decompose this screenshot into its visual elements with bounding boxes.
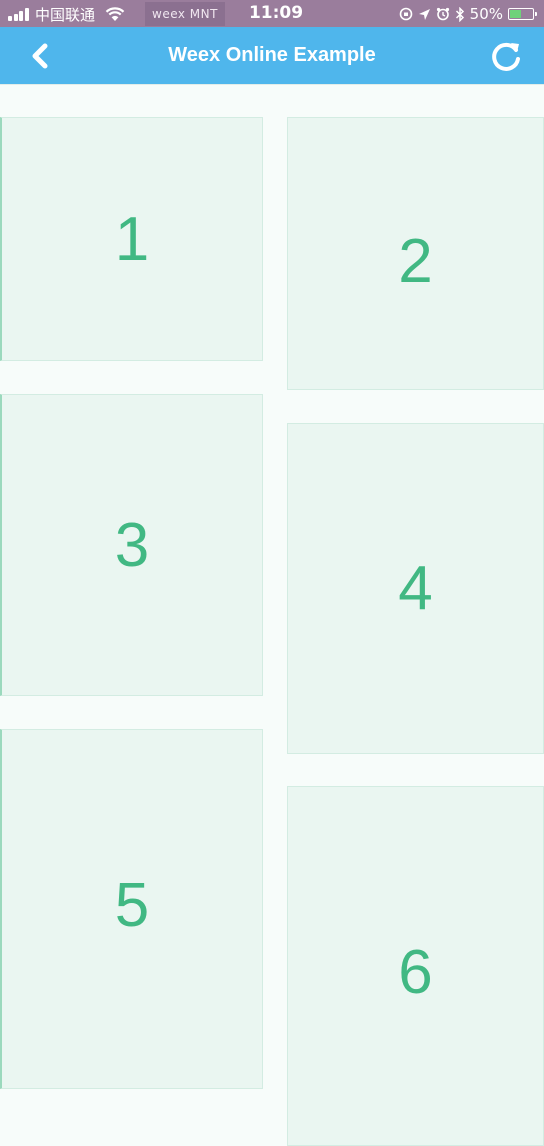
battery-icon	[508, 8, 537, 20]
location-icon	[418, 8, 431, 21]
status-time: 11:09	[248, 3, 304, 23]
back-button[interactable]	[22, 39, 58, 73]
wifi-icon	[105, 6, 125, 21]
waterfall-cell-4[interactable]: 4	[287, 423, 544, 754]
refresh-icon	[492, 42, 520, 71]
chevron-left-icon	[32, 43, 48, 69]
signal-icon	[8, 7, 30, 21]
status-left: 中国联通	[8, 4, 125, 24]
waterfall-cell-2[interactable]: 2	[287, 117, 544, 390]
battery-percent: 50%	[469, 5, 503, 23]
nav-divider	[0, 84, 544, 85]
battery-level-fill	[510, 10, 521, 18]
status-right: 50%	[394, 4, 537, 24]
waterfall-cell-3[interactable]: 3	[0, 394, 263, 696]
waterfall-cell-1[interactable]: 1	[0, 117, 263, 361]
carrier-label: 中国联通	[35, 5, 96, 24]
bluetooth-icon	[455, 6, 465, 22]
screen-rotation-lock-icon	[399, 7, 413, 21]
waterfall-cell-6[interactable]: 6	[287, 786, 544, 1146]
waterfall-cell-5[interactable]: 5	[0, 729, 263, 1089]
status-bar: 中国联通 weex MNT 11:09 50%	[0, 0, 544, 27]
page-title: Weex Online Example	[168, 44, 376, 66]
alarm-icon	[436, 7, 450, 21]
refresh-button[interactable]	[486, 36, 526, 76]
nav-bar: Weex Online Example	[0, 27, 544, 84]
app-badge: weex MNT	[145, 2, 225, 26]
